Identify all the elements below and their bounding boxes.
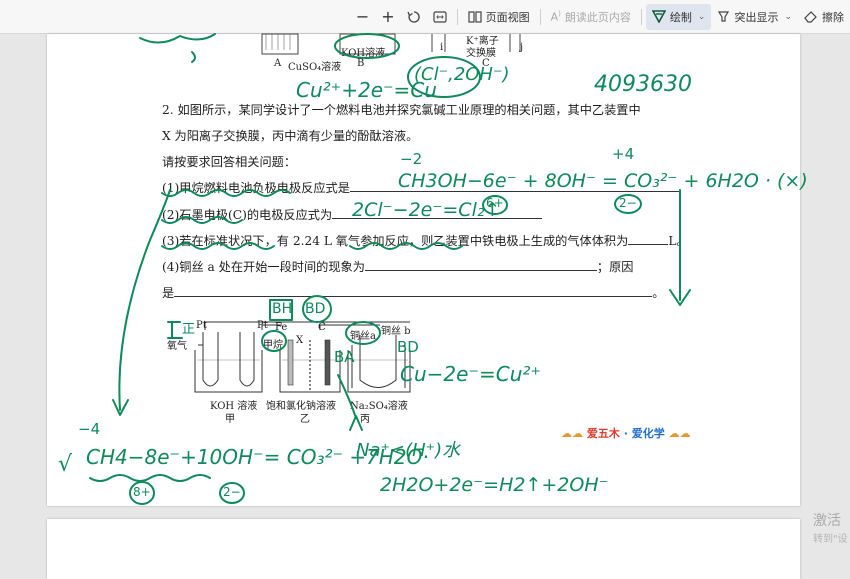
logo-dot: · — [623, 427, 628, 440]
fit-page-button[interactable] — [427, 4, 453, 30]
erase-label: 擦除 — [822, 10, 844, 24]
logo-text-2: 爱化学 — [631, 427, 665, 440]
beaker-bing-label: 丙 — [360, 414, 370, 425]
ink-p1-minus2: −2 — [400, 150, 423, 168]
toolbar-divider — [640, 8, 642, 25]
fe-label: Fe — [275, 322, 288, 333]
part-4-reason: ；原因 — [596, 260, 634, 274]
ink-bd-2: BD — [397, 338, 419, 356]
highlight-button[interactable]: 突出显示 ⌄ — [711, 4, 798, 30]
read-aloud-button[interactable]: A) 朗读此页内容 — [545, 4, 637, 30]
toolbar: − + 页面视图 A) 朗读此页内容 绘制 ⌄ 突出显示 ⌄ 擦除 — [0, 0, 850, 34]
ink-ba: BA — [334, 348, 355, 366]
draw-icon — [651, 10, 666, 23]
ink-ch4-minus4: −4 — [78, 420, 101, 438]
label-j: j — [520, 42, 524, 53]
draw-label: 绘制 — [669, 10, 692, 24]
answer-blank-5[interactable] — [174, 284, 653, 297]
c-label: C — [318, 322, 326, 333]
logo-text-1: 爱五木 — [586, 427, 620, 440]
chevron-down-icon[interactable]: ⌄ — [698, 12, 706, 22]
question-line-3: 请按要求回答相关问题： — [162, 155, 297, 169]
read-aloud-icon: A) — [550, 9, 561, 24]
page-view-label: 页面视图 — [485, 10, 530, 24]
part-3: (3)若在标准状况下，有 2.24 L 氧气参加反应，则乙装置中铁电极上生成的气… — [162, 231, 689, 249]
ink-p1-2: 2− — [619, 196, 637, 210]
ink-eq-h2o: 2H2O+2e⁻=H2↑+2OH⁻ — [380, 474, 609, 496]
label-b: B — [357, 58, 365, 69]
answer-blank-3[interactable] — [628, 232, 669, 245]
zoom-in-button[interactable]: + — [375, 4, 400, 30]
k-membrane-label-2: 交换膜 — [466, 48, 496, 59]
question-line-1: 2. 如图所示，某同学设计了一个燃料电池并探究氯碱工业原理的相关问题，其中乙装置… — [162, 103, 641, 117]
copper-wire-a-label: 铜丝a — [350, 331, 376, 342]
rotate-icon — [407, 10, 420, 23]
part-5-text: 是 — [162, 286, 175, 300]
pt-label-1: Pt — [196, 320, 207, 331]
logo-icon-left: ☁☁ — [561, 427, 583, 440]
answer-blank-4[interactable] — [364, 258, 597, 271]
ink-cl-note: (Cl⁻,2OH⁻) — [414, 64, 510, 85]
part-3-unit: L。 — [668, 234, 689, 248]
ink-number: 4093630 — [594, 72, 692, 97]
document-page-next — [47, 519, 800, 579]
part-4-text: (4)铜丝 a 处在开始一段时间的现象为 — [162, 260, 365, 274]
koh-label-top: KOH溶液 — [341, 48, 386, 59]
beaker-jia-label: 甲 — [225, 414, 235, 425]
part-2-text: (2)石墨电极(C)的电极反应式为 — [162, 208, 333, 222]
beaker-yi-label: 乙 — [300, 414, 310, 425]
highlight-icon — [718, 11, 730, 22]
part-5: 是。 — [162, 283, 664, 301]
fit-page-icon — [433, 10, 447, 23]
na2so4-solution-label: Na₂SO₄溶液 — [350, 401, 408, 412]
highlight-label: 突出显示 — [734, 10, 779, 24]
ink-p1-4: +4 — [612, 145, 635, 163]
ink-eq-cu: Cu−2e⁻=Cu²⁺ — [400, 362, 541, 386]
label-i: i — [440, 42, 444, 53]
part-1-text: (1)甲烷燃料电池负极电极反应式是 — [162, 181, 350, 195]
ink-bh: BH — [272, 301, 293, 317]
ink-eq-2: 2Cl⁻−2e⁻=Cl₂↑ — [352, 199, 501, 221]
ink-check: √ — [58, 452, 73, 477]
brand-logo: ☁☁ 爱五木 · 爱化学 ☁☁ — [561, 425, 691, 441]
read-aloud-label: 朗读此页内容 — [564, 10, 631, 24]
cuso4-label: CuSO₄溶液 — [288, 62, 342, 73]
zoom-out-button[interactable]: − — [350, 4, 375, 30]
activation-watermark: 激活 — [813, 513, 841, 529]
ink-ch4-8: 8+ — [133, 485, 151, 499]
oxygen-label: 氧气 — [167, 341, 187, 352]
chevron-down-icon[interactable]: ⌄ — [784, 12, 792, 22]
x-label: X — [296, 335, 304, 346]
methane-label: 甲烷 — [263, 340, 283, 351]
ink-ch4-2: 2− — [223, 485, 241, 499]
question-line-2: X 为阳离子交换膜，丙中滴有少量的酚酞溶液。 — [162, 129, 419, 143]
label-a: A — [274, 58, 282, 69]
copper-wire-b-label: 铜丝 b — [381, 326, 411, 337]
toolbar-divider — [539, 8, 541, 25]
part-3-text: (3)若在标准状况下，有 2.24 L 氧气参加反应，则乙装置中铁电极上生成的气… — [162, 234, 629, 248]
logo-icon-right: ☁☁ — [668, 427, 691, 440]
ink-bd: BD — [305, 301, 326, 317]
erase-button[interactable]: 擦除 — [798, 4, 850, 30]
pt-label-2: Pt — [257, 320, 268, 331]
ink-na-h: Na⁺<(H⁺)水 — [356, 440, 461, 461]
part-4: (4)铜丝 a 处在开始一段时间的现象为 ；原因 — [162, 257, 633, 275]
page-view-icon — [468, 10, 482, 23]
page-view-button[interactable]: 页面视图 — [462, 4, 536, 30]
eraser-icon — [804, 11, 817, 23]
ink-zheng: 正 — [182, 322, 196, 337]
ink-eq-1: CH3OH−6e⁻ + 8OH⁻ = CO₃²⁻ + 6H2O · (×) — [398, 170, 808, 192]
draw-button[interactable]: 绘制 ⌄ — [645, 3, 712, 30]
toolbar-divider — [456, 8, 458, 25]
rotate-button[interactable] — [401, 4, 427, 30]
part-5-end: 。 — [652, 286, 665, 300]
activation-watermark-sub: 转到"设 — [813, 534, 848, 545]
